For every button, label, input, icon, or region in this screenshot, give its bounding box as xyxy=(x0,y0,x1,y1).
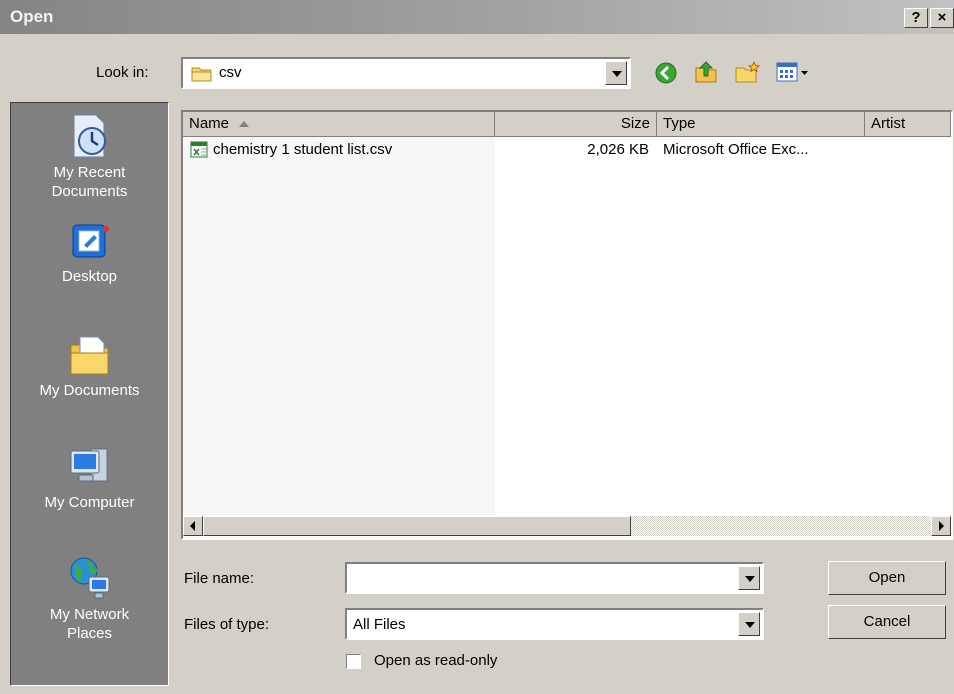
files-of-type-label: Files of type: xyxy=(184,616,270,633)
place-label: My Computer xyxy=(44,494,135,511)
cancel-button[interactable]: Cancel xyxy=(828,605,946,639)
back-arrow-icon[interactable] xyxy=(655,62,677,84)
look-in-dropdown[interactable]: csv xyxy=(181,57,631,89)
close-button[interactable]: × xyxy=(930,8,954,28)
dialog-title: Open xyxy=(10,7,54,26)
place-my-recent-documents[interactable]: My Recent Documents xyxy=(11,113,168,201)
scrollbar-thumb[interactable] xyxy=(203,516,631,536)
network-places-icon xyxy=(70,557,109,599)
help-button[interactable]: ? xyxy=(904,8,928,28)
excel-csv-icon xyxy=(190,141,208,158)
files-of-type-dropdown[interactable]: All Files xyxy=(345,608,764,640)
open-button[interactable]: Open xyxy=(828,561,946,595)
place-my-documents[interactable]: My Documents xyxy=(11,333,168,400)
file-row[interactable]: chemistry 1 student list.csv 2,026 KB Mi… xyxy=(183,140,951,160)
recent-documents-icon xyxy=(73,114,106,158)
sorted-column-background xyxy=(183,137,495,515)
title-bar[interactable]: Open ? × xyxy=(0,0,954,34)
file-size-cell: 2,026 KB xyxy=(587,141,649,158)
places-bar: My Recent Documents Desktop My Documents xyxy=(10,102,169,686)
column-header-type[interactable]: Type xyxy=(657,112,865,137)
column-header-size[interactable]: Size xyxy=(495,112,657,137)
place-label: Desktop xyxy=(61,268,118,285)
my-computer-icon xyxy=(70,448,107,482)
place-label: My Recent Documents xyxy=(51,164,128,200)
file-name-input[interactable] xyxy=(345,562,764,594)
file-name-dropdown-button[interactable] xyxy=(738,566,760,590)
place-desktop[interactable]: Desktop xyxy=(11,221,168,286)
look-in-dropdown-button[interactable] xyxy=(605,61,627,85)
my-documents-icon xyxy=(70,336,108,375)
new-folder-icon[interactable] xyxy=(734,61,760,83)
folder-icon xyxy=(191,67,212,82)
column-header-artist[interactable]: Artist xyxy=(865,112,951,137)
read-only-checkbox[interactable] xyxy=(346,654,361,669)
desktop-icon xyxy=(72,224,109,258)
up-folder-icon[interactable] xyxy=(694,60,718,84)
views-menu-icon[interactable] xyxy=(776,62,810,82)
column-header-name[interactable]: Name xyxy=(183,112,495,137)
place-label: My Network Places xyxy=(49,606,130,642)
open-dialog: Open ? × Look in: csv My Recent Document… xyxy=(0,0,954,694)
place-my-network-places[interactable]: My Network Places xyxy=(11,555,168,643)
scroll-right-button[interactable] xyxy=(931,516,951,536)
files-of-type-dropdown-button[interactable] xyxy=(738,612,760,636)
place-label: My Documents xyxy=(39,382,140,399)
arrow-left-icon xyxy=(190,521,195,531)
arrow-right-icon xyxy=(939,521,944,531)
look-in-label: Look in: xyxy=(96,64,149,81)
place-my-computer[interactable]: My Computer xyxy=(11,443,168,512)
file-name-cell: chemistry 1 student list.csv xyxy=(213,141,393,158)
file-list[interactable]: Name Size Type Artist chemistry 1 studen… xyxy=(181,110,953,540)
column-header-name-label: Name xyxy=(189,115,230,132)
file-type-cell: Microsoft Office Exc... xyxy=(663,141,809,158)
look-in-value: csv xyxy=(219,64,242,81)
scroll-left-button[interactable] xyxy=(183,516,203,536)
horizontal-scrollbar[interactable] xyxy=(183,514,951,538)
file-name-label: File name: xyxy=(184,570,255,587)
files-of-type-value: All Files xyxy=(353,616,406,633)
sort-ascending-icon xyxy=(239,121,250,128)
read-only-label[interactable]: Open as read-only xyxy=(374,652,497,669)
